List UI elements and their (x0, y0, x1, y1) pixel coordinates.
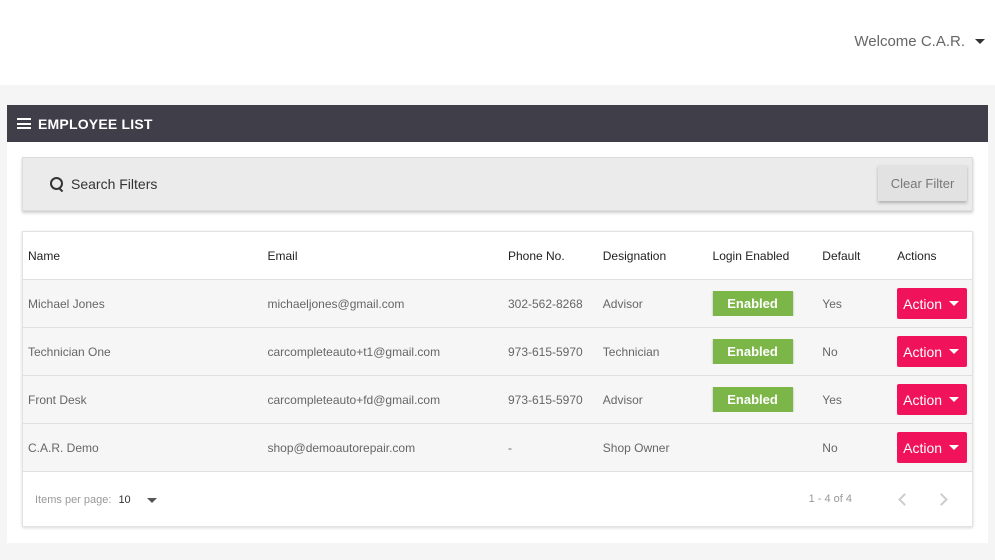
actions-cell: Action (892, 384, 972, 415)
table-header-row: Name Email Phone No. Designation Login E… (23, 232, 972, 280)
chevron-left-icon[interactable] (896, 492, 910, 506)
employee-designation: Technician (602, 344, 660, 359)
search-filters-toggle[interactable]: Search Filters (50, 176, 157, 192)
chevron-right-icon[interactable] (936, 492, 950, 506)
login-enabled-badge[interactable]: Enabled (712, 339, 793, 364)
top-bar: Welcome C.A.R. (0, 0, 995, 85)
login-cell: Enabled (708, 339, 818, 364)
chevron-down-icon (146, 497, 157, 503)
welcome-text: Welcome C.A.R. (854, 33, 965, 50)
column-header-phone[interactable]: Phone No. (503, 249, 598, 263)
employee-list-panel: EMPLOYEE LIST Search Filters Clear Filte… (7, 105, 988, 543)
employee-email: carcompleteauto+fd@gmail.com (267, 392, 441, 407)
panel-header: EMPLOYEE LIST (7, 105, 988, 142)
chevron-down-icon (949, 445, 960, 450)
clear-filter-button[interactable]: Clear Filter (878, 165, 967, 201)
column-header-name[interactable]: Name (23, 249, 262, 263)
employee-default: No (822, 344, 838, 359)
action-label: Action (903, 391, 943, 408)
employee-phone: 302-562-8268 (507, 296, 583, 311)
table-row: Technician One carcompleteauto+t1@gmail.… (23, 328, 972, 376)
chevron-down-icon (949, 397, 960, 402)
column-header-default[interactable]: Default (817, 249, 892, 263)
items-per-page-select[interactable]: 10 (118, 494, 157, 506)
employee-name: Michael Jones (28, 296, 105, 311)
login-cell: Enabled (708, 291, 818, 316)
search-filters-bar: Search Filters Clear Filter (22, 157, 973, 211)
employee-default: Yes (822, 392, 842, 407)
search-filters-label: Search Filters (71, 176, 158, 192)
column-header-designation[interactable]: Designation (598, 249, 708, 263)
employee-email: carcompleteauto+t1@gmail.com (267, 344, 441, 359)
action-button[interactable]: Action (897, 384, 968, 415)
action-button[interactable]: Action (897, 432, 968, 463)
search-icon (50, 177, 64, 191)
employee-email: shop@demoautorepair.com (267, 440, 416, 455)
table-row: C.A.R. Demo shop@demoautorepair.com - Sh… (23, 424, 972, 472)
panel-title: EMPLOYEE LIST (38, 115, 153, 132)
action-button[interactable]: Action (897, 336, 968, 367)
employee-name: Front Desk (28, 392, 87, 407)
employee-email: michaeljones@gmail.com (267, 296, 405, 311)
actions-cell: Action (892, 432, 972, 463)
column-header-actions: Actions (897, 248, 937, 263)
employee-default: Yes (822, 296, 842, 311)
chevron-down-icon (949, 301, 960, 306)
column-header-email[interactable]: Email (262, 249, 502, 263)
employee-designation: Shop Owner (602, 440, 670, 455)
employee-name: Technician One (28, 344, 111, 359)
table-row: Front Desk carcompleteauto+fd@gmail.com … (23, 376, 972, 424)
actions-cell: Action (892, 288, 972, 319)
login-cell: Enabled (708, 387, 818, 412)
employee-phone: - (507, 440, 512, 455)
action-label: Action (903, 343, 943, 360)
action-label: Action (903, 295, 943, 312)
page-range-label: 1 - 4 of 4 (808, 493, 852, 505)
employee-table: Name Email Phone No. Designation Login E… (22, 231, 973, 527)
employee-phone: 973-615-5970 (507, 392, 583, 407)
action-button[interactable]: Action (897, 288, 968, 319)
employee-designation: Advisor (602, 392, 643, 407)
employee-phone: 973-615-5970 (507, 344, 583, 359)
items-per-page-value: 10 (118, 494, 131, 506)
chevron-down-icon (975, 39, 985, 44)
login-enabled-badge[interactable]: Enabled (712, 387, 793, 412)
employee-name: C.A.R. Demo (28, 440, 99, 455)
actions-cell: Action (892, 336, 972, 367)
items-per-page-label: Items per page: (35, 494, 112, 506)
chevron-down-icon (949, 349, 960, 354)
user-menu[interactable]: Welcome C.A.R. (854, 33, 985, 50)
employee-designation: Advisor (602, 296, 643, 311)
employee-default: No (822, 440, 838, 455)
login-enabled-badge[interactable]: Enabled (712, 291, 793, 316)
action-label: Action (903, 439, 943, 456)
paginator: Items per page: 10 1 - 4 of 4 (23, 472, 972, 528)
table-row: Michael Jones michaeljones@gmail.com 302… (23, 280, 972, 328)
hamburger-icon[interactable] (17, 118, 31, 129)
column-header-login-enabled[interactable]: Login Enabled (708, 249, 818, 263)
